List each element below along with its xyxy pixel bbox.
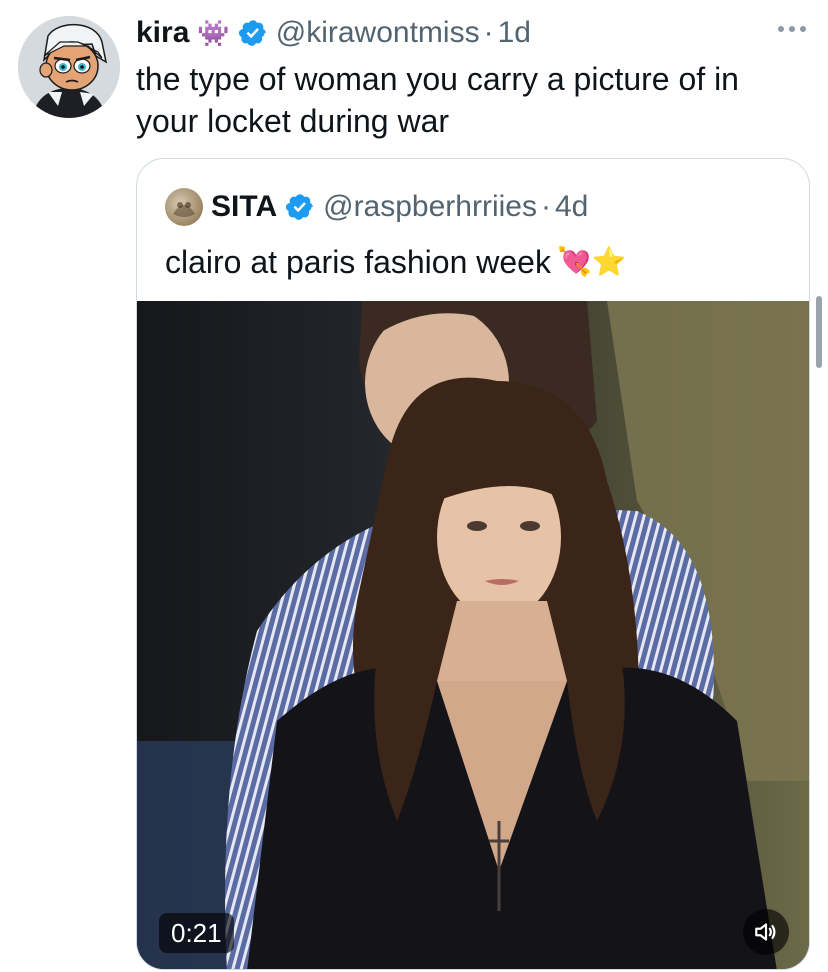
quoted-tweet-text-row: clairo at paris fashion week 💘⭐	[165, 241, 627, 283]
name-emoji: 👾	[197, 18, 230, 48]
tweet-text: the type of woman you carry a picture of…	[136, 61, 739, 139]
quoted-tweet-timestamp[interactable]: 4d	[555, 190, 588, 224]
quoted-tweet[interactable]: SITA @raspberhrriies · 4d clairo at pari…	[136, 158, 810, 970]
author-name[interactable]: kira	[136, 14, 189, 52]
quoted-tweet-text: clairo at paris fashion week	[165, 244, 551, 280]
separator-dot: ·	[540, 190, 551, 223]
avatar-illustration	[18, 16, 120, 118]
author-avatar[interactable]	[18, 16, 120, 118]
quoted-author-name[interactable]: SITA	[211, 190, 277, 224]
speaker-icon[interactable]	[743, 909, 789, 955]
video-frame	[137, 301, 809, 969]
quoted-tweet-header: SITA @raspberhrriies · 4d	[165, 187, 588, 227]
quoted-tweet-emojis: 💘⭐	[556, 246, 627, 277]
separator-dot: ·	[483, 16, 494, 49]
tweet-timestamp[interactable]: 1d	[498, 14, 531, 52]
video-duration: 0:21	[159, 913, 234, 953]
video-player[interactable]: 0:21	[137, 301, 809, 969]
verified-badge-icon[interactable]	[238, 18, 268, 48]
quoted-author-avatar[interactable]	[165, 188, 203, 226]
author-handle[interactable]: @kirawontmiss	[276, 14, 480, 52]
scrollbar[interactable]	[816, 296, 822, 368]
verified-badge-icon	[286, 194, 313, 220]
tweet-header: kira 👾 @kirawontmiss · 1d	[136, 14, 531, 52]
quoted-author-handle[interactable]: @raspberhrriies	[323, 190, 537, 224]
more-options-icon[interactable]	[778, 18, 806, 40]
